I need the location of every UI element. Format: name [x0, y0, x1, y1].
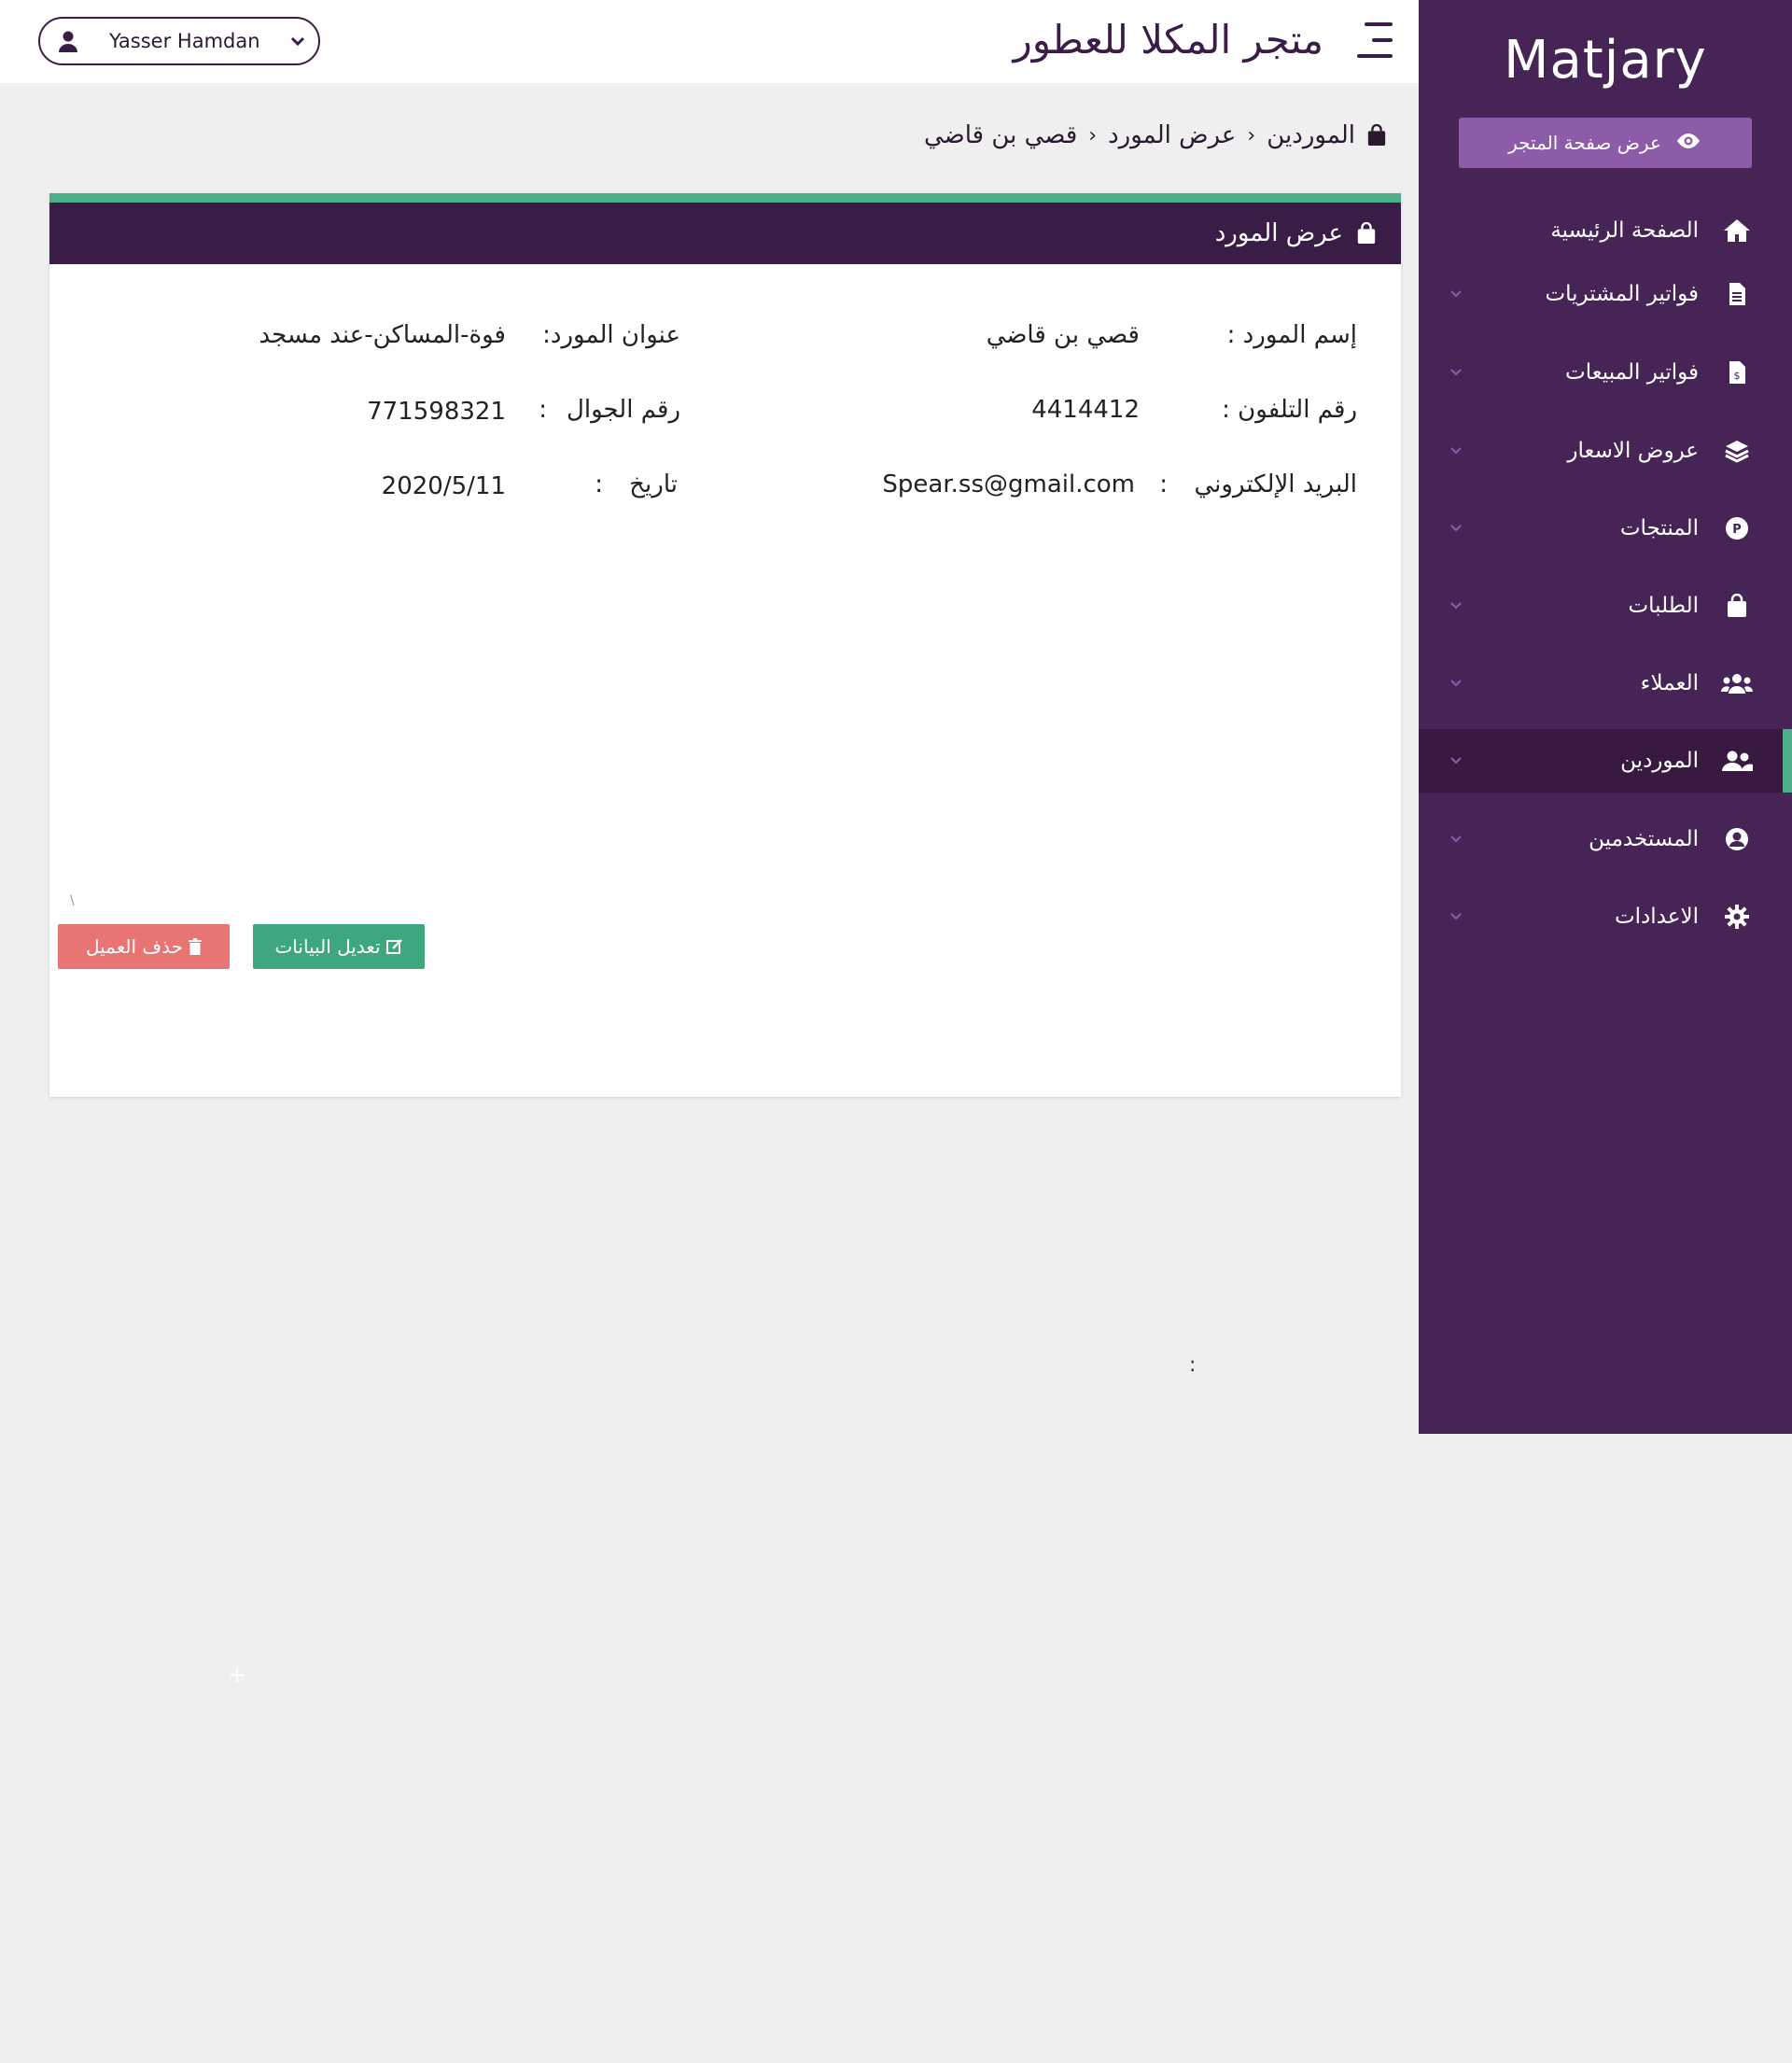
supplier-phone-value: 4414412 [1031, 396, 1140, 424]
supplier-mobile-value: 771598321 [367, 398, 506, 426]
file-dollar-icon: $ [1721, 357, 1753, 388]
chevron-down-icon [1447, 363, 1465, 382]
chevron-down-icon [1447, 519, 1465, 538]
sidebar-item-label: فواتير المبيعات [1565, 360, 1699, 385]
shopping-bag-icon [1356, 222, 1377, 245]
brand-logo[interactable]: Matjary [1419, 30, 1792, 91]
delete-customer-button[interactable]: حذف العميل [58, 924, 230, 969]
layers-icon [1721, 435, 1753, 467]
edit-icon [385, 938, 403, 955]
card-header: عرض المورد [49, 203, 1401, 264]
svg-text:$: $ [1734, 370, 1741, 382]
trash-icon [189, 938, 202, 955]
users-icon [1721, 667, 1753, 699]
product-p-icon: P [1721, 512, 1753, 544]
supplier-phone-label: رقم التلفون : [1222, 396, 1357, 424]
sidebar-item-suppliers[interactable]: الموردين [1419, 729, 1792, 793]
chevron-down-icon [1447, 830, 1465, 849]
supplier-email-value: Spear.ss@gmail.com [882, 470, 1135, 498]
sidebar-item-customers[interactable]: العملاء [1419, 652, 1792, 715]
resize-mark: \ [70, 893, 75, 908]
card-title: عرض المورد [1214, 219, 1343, 247]
sidebar-item-label: الصفحة الرئيسية [1550, 218, 1699, 243]
colon-separator: : [539, 396, 547, 424]
user-menu-dropdown[interactable]: Yasser Hamdan [38, 17, 320, 65]
sidebar-item-quotes[interactable]: عروض الاسعار [1419, 419, 1792, 483]
sidebar-item-label: الاعدادات [1615, 905, 1699, 929]
edit-button-label: تعديل البيانات [274, 935, 381, 958]
cog-icon [1721, 901, 1753, 933]
supplier-address-label: عنوان المورد: [542, 321, 680, 349]
chevron-down-icon [1447, 596, 1465, 615]
supplier-date-label: تاريخ [629, 470, 678, 498]
stray-colon: : [1189, 1354, 1197, 1377]
sidebar-item-label: العملاء [1640, 671, 1699, 695]
sidebar-item-purchase-invoices[interactable]: فواتير المشتريات [1419, 262, 1792, 326]
eye-icon [1674, 132, 1702, 155]
colon-separator: : [595, 470, 603, 498]
sidebar-item-label: المستخدمين [1589, 827, 1699, 851]
edit-data-button[interactable]: تعديل البيانات [253, 924, 425, 969]
menu-toggle-icon[interactable] [1355, 22, 1394, 60]
chevron-down-icon [1447, 442, 1465, 460]
sidebar: Matjary عرض صفحة المتجر الصفحة الرئيسية … [1419, 0, 1792, 1434]
sidebar-item-users[interactable]: المستخدمين [1419, 807, 1792, 871]
breadcrumb-item-suppliers[interactable]: الموردين [1267, 121, 1355, 149]
store-title: متجر المكلا للعطور [1013, 17, 1323, 63]
supplier-card: عرض المورد إسم المورد : قصي بن قاضي عنوا… [49, 193, 1401, 1097]
breadcrumb-separator-icon: ‹ [1088, 123, 1098, 147]
breadcrumb: الموردين ‹ عرض المورد ‹ قصي بن قاضي [924, 121, 1387, 149]
breadcrumb-separator-icon: ‹ [1247, 123, 1256, 147]
svg-text:P: P [1732, 523, 1742, 537]
supplier-mobile-label: رقم الجوال [566, 396, 680, 424]
view-store-label: عرض صفحة المتجر [1508, 132, 1661, 154]
stray-plus: + [228, 1662, 247, 1688]
sidebar-item-label: الطلبات [1628, 594, 1699, 618]
supplier-date-value: 2020/5/11 [381, 472, 506, 500]
colon-separator: : [1159, 470, 1168, 498]
supplier-name-label: إسم المورد : [1226, 321, 1357, 349]
view-store-button[interactable]: عرض صفحة المتجر [1459, 118, 1752, 168]
home-icon [1721, 215, 1753, 246]
sidebar-item-home[interactable]: الصفحة الرئيسية [1419, 199, 1792, 262]
user-name: Yasser Hamdan [109, 30, 260, 52]
file-invoice-icon [1721, 278, 1753, 310]
sidebar-item-label: فواتير المشتريات [1545, 282, 1699, 306]
user-circle-icon [1721, 823, 1753, 855]
supplier-address-value: فوة-المساكن-عند مسجد [259, 321, 506, 349]
sidebar-item-settings[interactable]: الاعدادات [1419, 885, 1792, 948]
top-bar: متجر المكلا للعطور Yasser Hamdan [0, 0, 1419, 83]
sidebar-item-label: المنتجات [1619, 516, 1699, 540]
breadcrumb-item-current: قصي بن قاضي [923, 121, 1078, 149]
chevron-down-icon [290, 35, 305, 47]
supplier-name-value: قصي بن قاضي [986, 321, 1140, 349]
chevron-down-icon [1447, 907, 1465, 926]
shopping-bag-icon [1721, 590, 1753, 622]
chevron-down-icon [1447, 285, 1465, 303]
breadcrumb-item-view-supplier[interactable]: عرض المورد [1108, 121, 1236, 149]
delete-button-label: حذف العميل [86, 935, 183, 958]
chevron-down-icon [1447, 674, 1465, 693]
shopping-bag-icon [1366, 124, 1387, 147]
sidebar-item-orders[interactable]: الطلبات [1419, 574, 1792, 638]
chevron-down-icon [1447, 751, 1465, 770]
sidebar-item-label: عروض الاسعار [1567, 439, 1699, 463]
user-friends-icon [1721, 745, 1753, 777]
sidebar-item-sales-invoices[interactable]: $ فواتير المبيعات [1419, 341, 1792, 404]
sidebar-item-label: الموردين [1620, 749, 1699, 773]
sidebar-item-products[interactable]: P المنتجات [1419, 497, 1792, 560]
user-icon [57, 30, 79, 52]
supplier-email-label: البريد الإلكتروني [1194, 470, 1357, 498]
